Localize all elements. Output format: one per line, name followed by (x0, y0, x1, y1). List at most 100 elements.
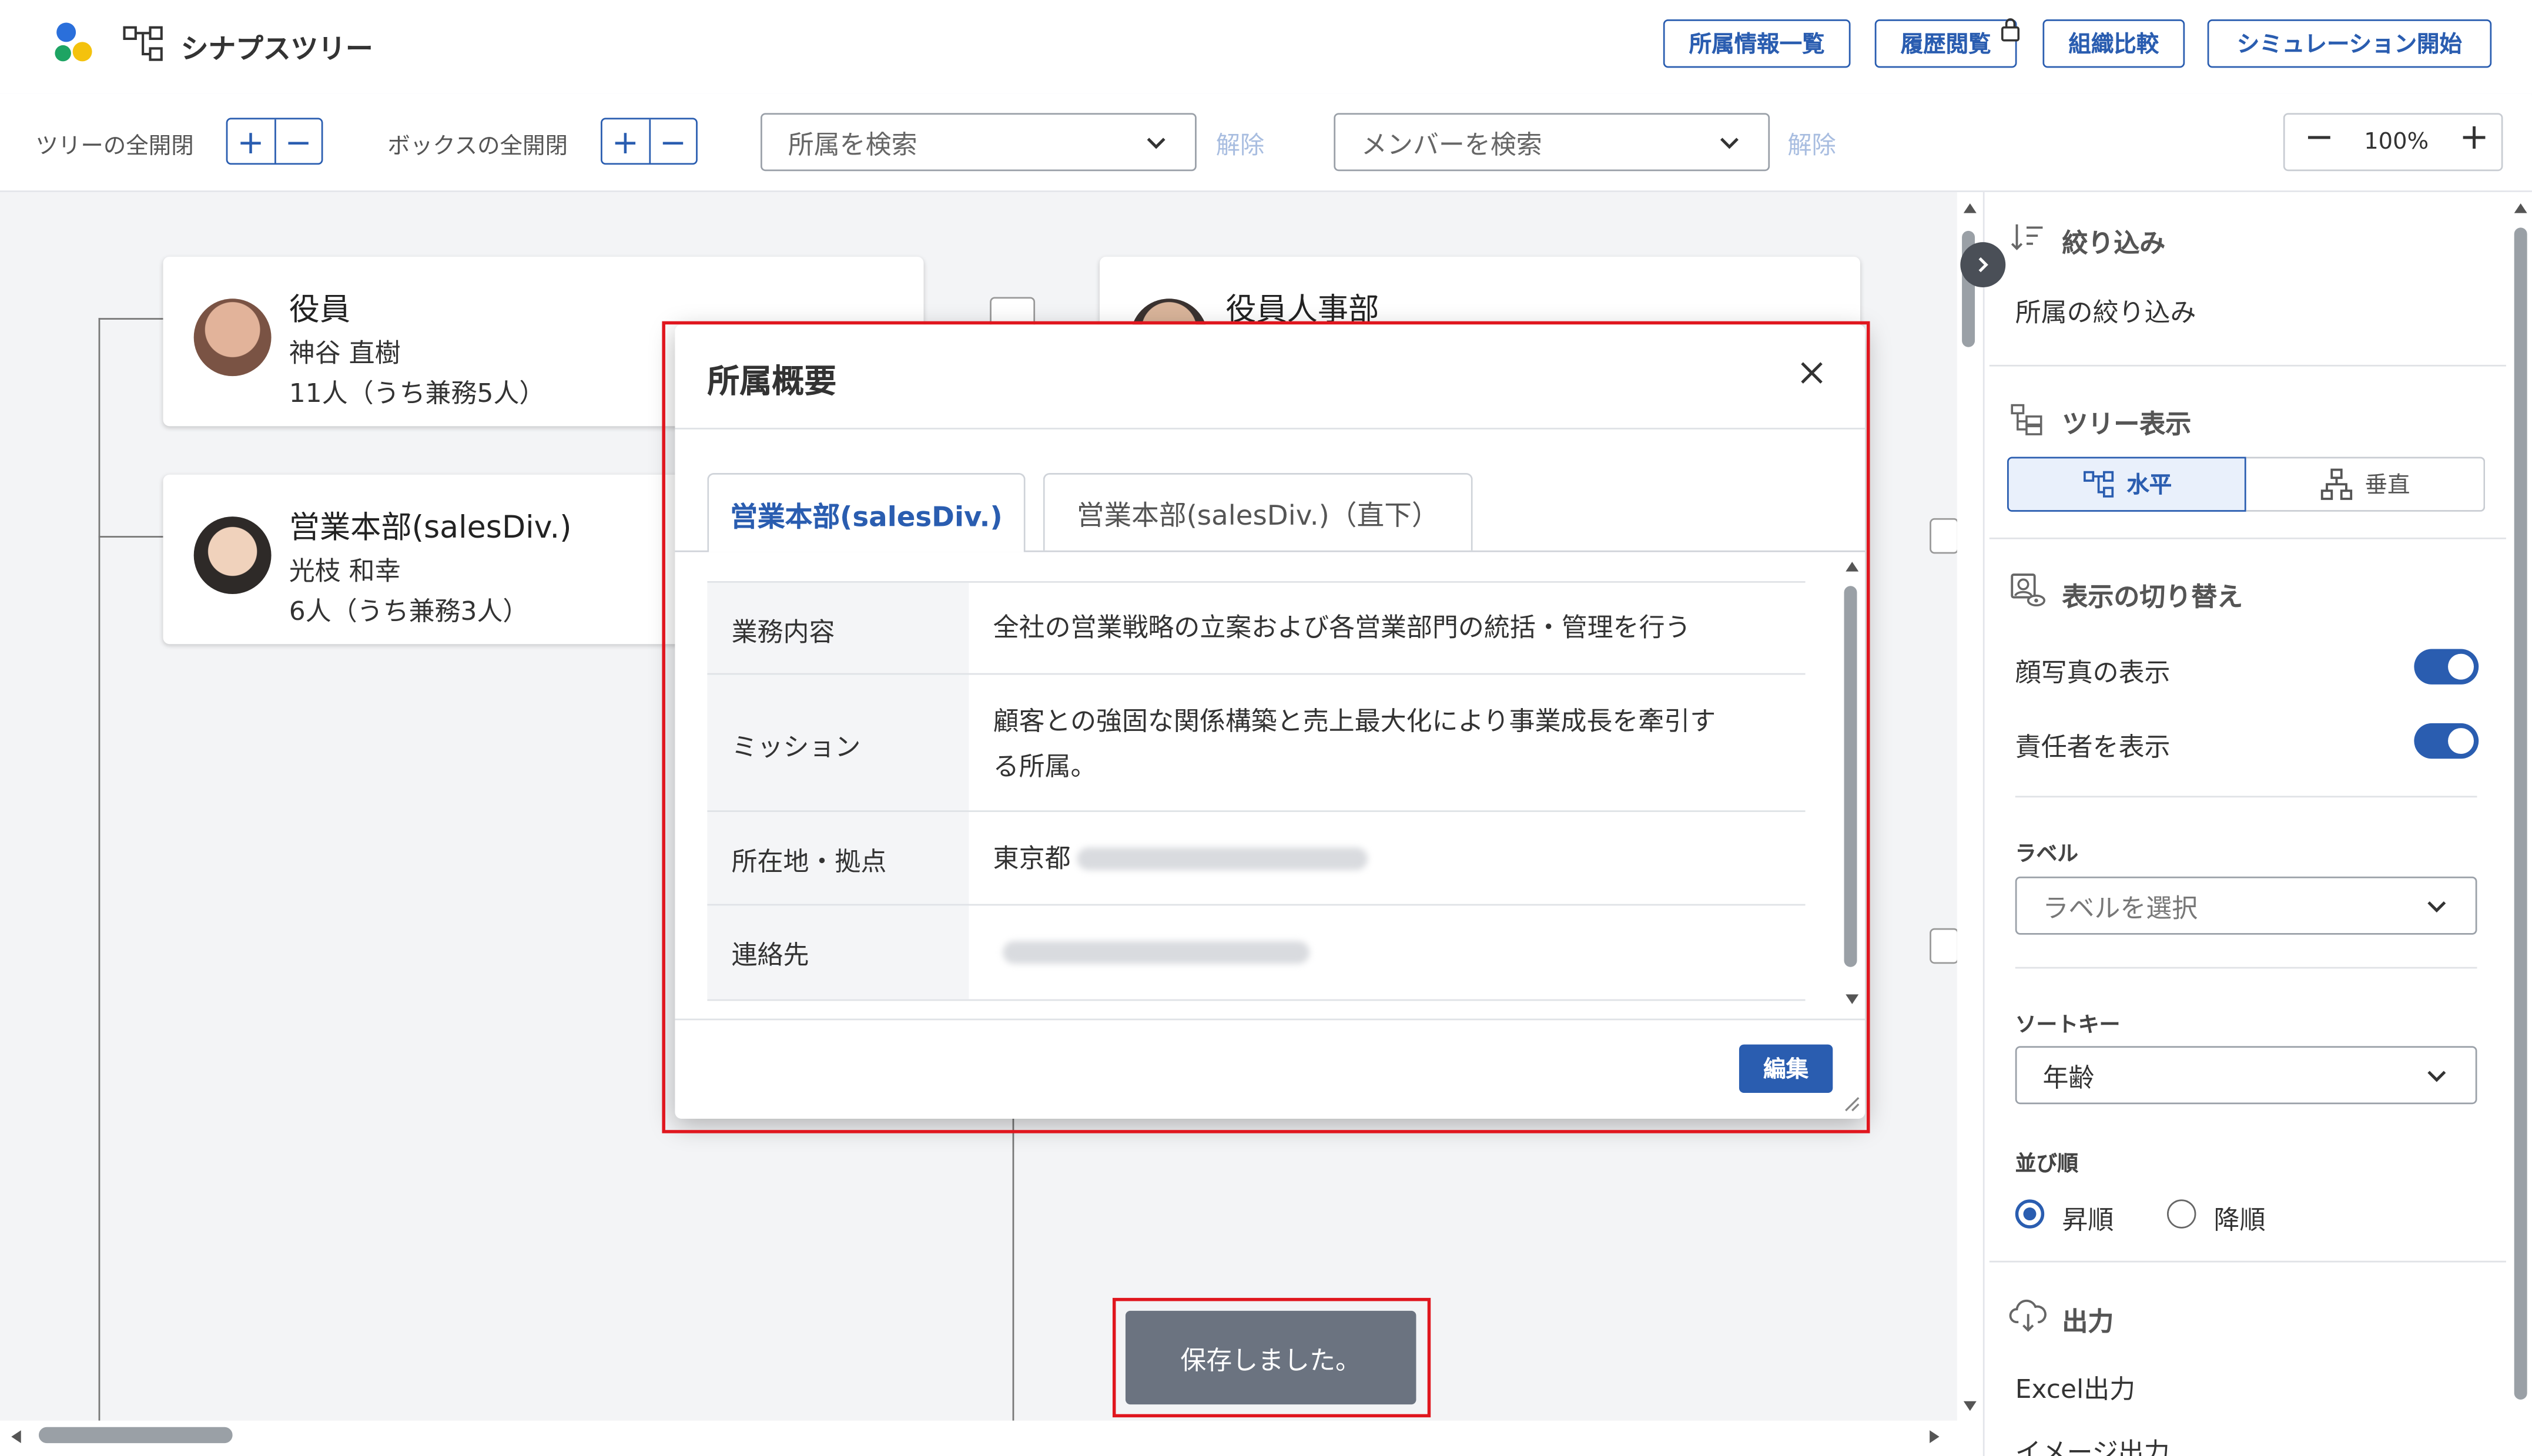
card-manager: 光枝 和幸 (289, 555, 401, 586)
output-title: 出力 (2062, 1306, 2114, 1337)
card-member-count: 11人（うち兼務5人） (289, 377, 545, 409)
filter-title: 絞り込み (2062, 227, 2166, 259)
filter-dept-link[interactable]: 所属の絞り込み (2015, 291, 2196, 330)
toolbar (0, 93, 2532, 192)
divider (2015, 796, 2477, 798)
app-header: シナプスツリー 所属情報一覧 履歴閲覧 組織比較 シミュレーション開始 (0, 0, 2532, 96)
horizontal-layout-button[interactable]: 水平 (2007, 457, 2246, 512)
avatar (193, 298, 272, 377)
excel-output-link[interactable]: Excel出力 (2015, 1367, 2135, 1406)
show-photo-toggle[interactable] (2414, 649, 2479, 685)
dept-list-button[interactable]: 所属情報一覧 (1663, 19, 1851, 68)
show-photo-label: 顔写真の表示 (2015, 657, 2171, 688)
tree-view-title: ツリー表示 (2062, 408, 2192, 440)
horizontal-label: 水平 (2126, 472, 2172, 499)
zoom-in-button[interactable]: + (2459, 118, 2489, 159)
org-tree-icon (123, 26, 163, 61)
scroll-up-icon (1963, 203, 1977, 213)
zoom-out-button[interactable]: − (2305, 118, 2335, 159)
label-title: ラベル (2015, 843, 2078, 867)
label-select[interactable]: ラベルを選択 (2015, 876, 2477, 935)
radio-dot (2023, 1207, 2037, 1221)
card-member-count: 6人（うち兼務3人） (289, 595, 529, 626)
sort-key-select[interactable]: 年齢 (2015, 1046, 2477, 1105)
label-select-placeholder: ラベルを選択 (2042, 893, 2198, 924)
order-title: 並び順 (2015, 1152, 2078, 1177)
divider (1989, 537, 2506, 539)
tab-sales-division[interactable]: 営業本部(salesDiv.) (707, 472, 1026, 552)
app-title: シナプスツリー (180, 33, 373, 66)
image-output-link[interactable]: イメージ出力 (2015, 1430, 2170, 1456)
chevron-down-icon (2427, 901, 2446, 913)
divider (1989, 1260, 2506, 1263)
box-expand-controls: + − (601, 118, 698, 165)
history-button[interactable]: 履歴閲覧 (1874, 19, 2017, 68)
display-toggle-icon (2011, 573, 2045, 607)
zoom-control: − 100% + (2283, 113, 2503, 172)
asc-label: 昇順 (2062, 1204, 2114, 1235)
divider (2015, 967, 2477, 969)
desc-label: 降順 (2213, 1204, 2266, 1235)
org-compare-button[interactable]: 組織比較 (2042, 19, 2185, 68)
start-simulation-button[interactable]: シミュレーション開始 (2207, 19, 2492, 68)
app-logo (55, 22, 92, 62)
tree-view-icon (2011, 404, 2042, 435)
dept-search-select[interactable]: 所属を検索 (761, 113, 1197, 172)
sort-key-value: 年齢 (2042, 1062, 2095, 1093)
horizontal-tree-icon (2084, 471, 2114, 498)
history-button-label: 履歴閲覧 (1900, 32, 1991, 58)
vertical-layout-button[interactable]: 垂直 (2246, 457, 2486, 512)
scroll-up-icon (2514, 203, 2527, 213)
collapse-toggle[interactable] (1930, 518, 1959, 554)
tree-collapse-all-button[interactable]: − (273, 119, 321, 163)
tree-expand-controls: + − (226, 118, 323, 165)
tree-expand-label: ツリーの全開閉 (35, 134, 194, 160)
member-search-select[interactable]: メンバーを検索 (1334, 113, 1770, 172)
show-manager-toggle[interactable] (2414, 723, 2479, 759)
desc-radio[interactable] (2167, 1199, 2196, 1229)
avatar (193, 516, 272, 595)
sort-key-title: ソートキー (2015, 1014, 2121, 1038)
scroll-down-icon (1963, 1401, 1977, 1411)
box-collapse-all-button[interactable]: − (648, 119, 696, 163)
scroll-right-icon (1930, 1430, 1940, 1444)
scroll-left-icon (11, 1430, 21, 1444)
connector-line (98, 318, 101, 1423)
highlight-frame (1112, 1297, 1431, 1418)
card-manager: 神谷 直樹 (289, 337, 401, 368)
chevron-down-icon (2427, 1071, 2446, 1082)
collapse-toggle[interactable] (1930, 928, 1959, 964)
scrollbar-thumb[interactable] (2514, 227, 2527, 1400)
box-expand-all-button[interactable]: + (602, 119, 648, 163)
right-panel (1982, 192, 2532, 1456)
tree-expand-all-button[interactable]: + (227, 119, 273, 163)
dept-search-placeholder: 所属を検索 (788, 129, 917, 160)
card-title: 営業本部(salesDiv.) (289, 510, 572, 546)
filter-sort-icon (2011, 224, 2043, 250)
chevron-down-icon (1147, 137, 1165, 149)
chevron-right-icon (1978, 257, 1988, 273)
asc-radio[interactable] (2015, 1199, 2045, 1229)
dept-search-clear[interactable]: 解除 (1216, 128, 1264, 162)
canvas-horizontal-scrollbar[interactable] (0, 1420, 1957, 1456)
vertical-tree-icon (2320, 468, 2352, 500)
panel-vertical-scrollbar[interactable] (2506, 192, 2532, 1423)
member-search-clear[interactable]: 解除 (1787, 128, 1836, 162)
lock-icon (2001, 18, 2020, 42)
connector-line (98, 536, 163, 538)
member-search-placeholder: メンバーを検索 (1361, 129, 1542, 160)
connector-line (98, 318, 163, 320)
show-manager-label: 責任者を表示 (2015, 731, 2171, 762)
vertical-label: 垂直 (2364, 472, 2410, 499)
divider (1989, 364, 2506, 367)
card-title: 役員 (289, 292, 351, 328)
scrollbar-thumb[interactable] (38, 1427, 233, 1444)
highlight-frame (662, 321, 1870, 1133)
canvas-vertical-scrollbar[interactable] (1957, 198, 1983, 1416)
box-expand-label: ボックスの全開閉 (387, 134, 568, 160)
cloud-download-icon (2009, 1299, 2047, 1332)
panel-collapse-button[interactable] (1960, 242, 2006, 288)
chevron-down-icon (1720, 137, 1739, 149)
zoom-level: 100% (2364, 129, 2429, 155)
display-toggle-title: 表示の切り替え (2062, 581, 2243, 612)
